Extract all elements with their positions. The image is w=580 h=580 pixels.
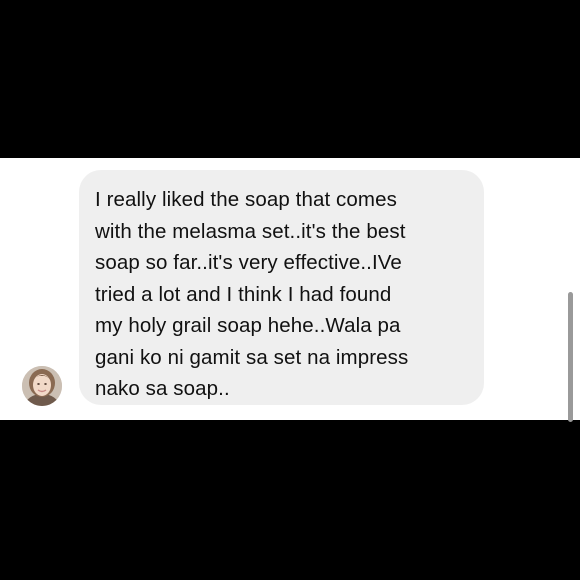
sender-avatar[interactable]	[22, 366, 62, 406]
message-text: I really liked the soap that comes with …	[95, 188, 409, 400]
chat-thread: I really liked the soap that comes with …	[0, 158, 580, 422]
user-avatar-icon	[22, 366, 62, 406]
incoming-message-bubble[interactable]: I really liked the soap that comes with …	[79, 170, 484, 405]
screenshot-frame: I really liked the soap that comes with …	[0, 0, 580, 580]
scrollbar[interactable]	[568, 292, 573, 422]
